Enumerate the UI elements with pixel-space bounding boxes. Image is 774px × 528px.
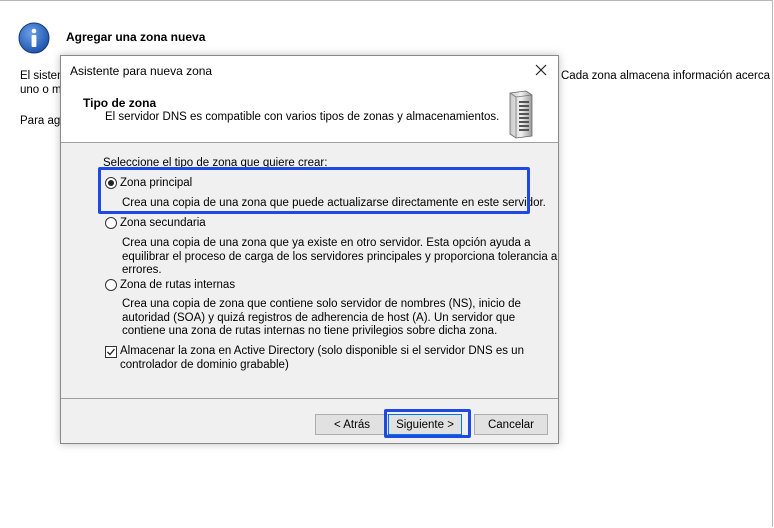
- close-icon[interactable]: [531, 60, 551, 80]
- wizard-header: Tipo de zona El servidor DNS es compatib…: [61, 86, 558, 143]
- background-text-line1-right: Cada zona almacena información acerca: [561, 70, 771, 82]
- radio-secondary-zone[interactable]: Zona secundaria: [105, 217, 206, 229]
- radio-stub-zone[interactable]: Zona de rutas internas: [105, 279, 235, 291]
- secondary-zone-description: Crea una copia de una zona que ya existe…: [122, 237, 557, 278]
- footer-separator: [61, 398, 558, 399]
- highlight-next-button: [384, 409, 471, 438]
- radio-stub-zone-button[interactable]: [105, 279, 117, 291]
- stub-zone-desc-line: autoridad (SOA) y quizá registros de adh…: [122, 311, 516, 324]
- info-icon: [18, 22, 50, 54]
- radio-stub-zone-label[interactable]: Zona de rutas internas: [120, 279, 235, 291]
- dialog-titlebar: Asistente para nueva zona: [61, 56, 558, 86]
- background-text-line2: uno o m: [20, 84, 62, 96]
- server-icon: [509, 90, 533, 139]
- ad-store-checkbox[interactable]: Almacenar la zona en Active Directory (s…: [105, 345, 524, 372]
- back-button[interactable]: < Atrás: [315, 414, 389, 435]
- secondary-zone-desc-line: equilibrar el proceso de carga de los se…: [122, 250, 558, 263]
- radio-secondary-zone-button[interactable]: [105, 217, 117, 229]
- highlight-primary-zone: [98, 167, 530, 214]
- background-text-line3: Para agr: [20, 115, 65, 127]
- ad-store-checkbox-label[interactable]: Almacenar la zona en Active Directory (s…: [120, 345, 524, 372]
- secondary-zone-desc-line: Crea una copia de una zona que ya existe…: [122, 237, 531, 249]
- stub-zone-desc-line: contiene una zona de rutas internas no t…: [122, 325, 498, 337]
- page-subtitle: El servidor DNS es compatible con varios…: [105, 111, 500, 123]
- stub-zone-description: Crea una copia de zona que contiene solo…: [122, 298, 521, 339]
- ad-store-checkbox-box[interactable]: [105, 346, 117, 358]
- background-title: Agregar una zona nueva: [66, 30, 206, 44]
- new-zone-wizard-dialog: Asistente para nueva zona Tipo de zona E…: [60, 55, 559, 444]
- ad-store-label-line2: controlador de dominio grabable): [120, 358, 289, 371]
- ad-store-label-line1: Almacenar la zona en Active Directory (s…: [120, 345, 524, 357]
- checkmark-icon: [107, 348, 116, 356]
- radio-secondary-zone-label[interactable]: Zona secundaria: [120, 217, 206, 229]
- cancel-button[interactable]: Cancelar: [474, 414, 548, 435]
- page-title: Tipo de zona: [83, 96, 157, 110]
- dialog-title: Asistente para nueva zona: [70, 64, 213, 78]
- secondary-zone-desc-line: errores.: [122, 264, 162, 276]
- stub-zone-desc-line: Crea una copia de zona que contiene solo…: [122, 298, 521, 310]
